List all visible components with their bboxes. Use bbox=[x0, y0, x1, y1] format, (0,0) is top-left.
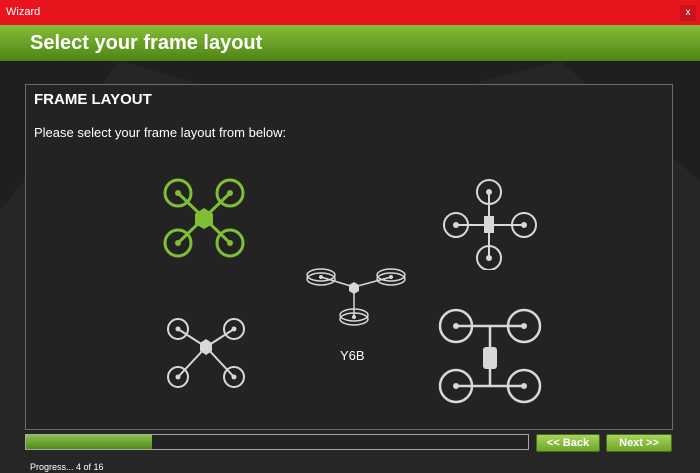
quad-h-frame-icon bbox=[438, 308, 542, 404]
title-bar: Wizard x bbox=[0, 0, 700, 25]
quad-x-frame-icon bbox=[167, 318, 245, 388]
frame-layout-panel: FRAME LAYOUT Please select your frame la… bbox=[25, 84, 673, 430]
frame-quad-x-alt[interactable] bbox=[164, 317, 248, 389]
progress-fill bbox=[26, 435, 152, 449]
quad-x-frame-icon bbox=[163, 178, 245, 258]
quad-plus-frame-icon bbox=[443, 179, 537, 270]
frame-y6b-label: Y6B bbox=[340, 348, 365, 363]
y6b-frame-icon bbox=[306, 268, 406, 326]
back-button[interactable]: << Back bbox=[536, 434, 600, 452]
frame-quad-plus[interactable] bbox=[442, 178, 538, 270]
frame-quad-h[interactable] bbox=[438, 307, 542, 405]
wizard-header: Select your frame layout bbox=[0, 25, 700, 61]
frame-y6b[interactable] bbox=[306, 265, 406, 329]
progress-status-text: Progress... 4 of 16 bbox=[30, 462, 104, 472]
window-title: Wizard bbox=[6, 6, 41, 18]
wizard-progress-bar bbox=[25, 434, 529, 450]
panel-title: FRAME LAYOUT bbox=[34, 91, 152, 108]
frame-quad-x[interactable] bbox=[161, 177, 247, 259]
panel-description: Please select your frame layout from bel… bbox=[34, 125, 287, 140]
next-button[interactable]: Next >> bbox=[606, 434, 672, 452]
page-title: Select your frame layout bbox=[30, 32, 263, 54]
close-button[interactable]: x bbox=[680, 5, 696, 21]
